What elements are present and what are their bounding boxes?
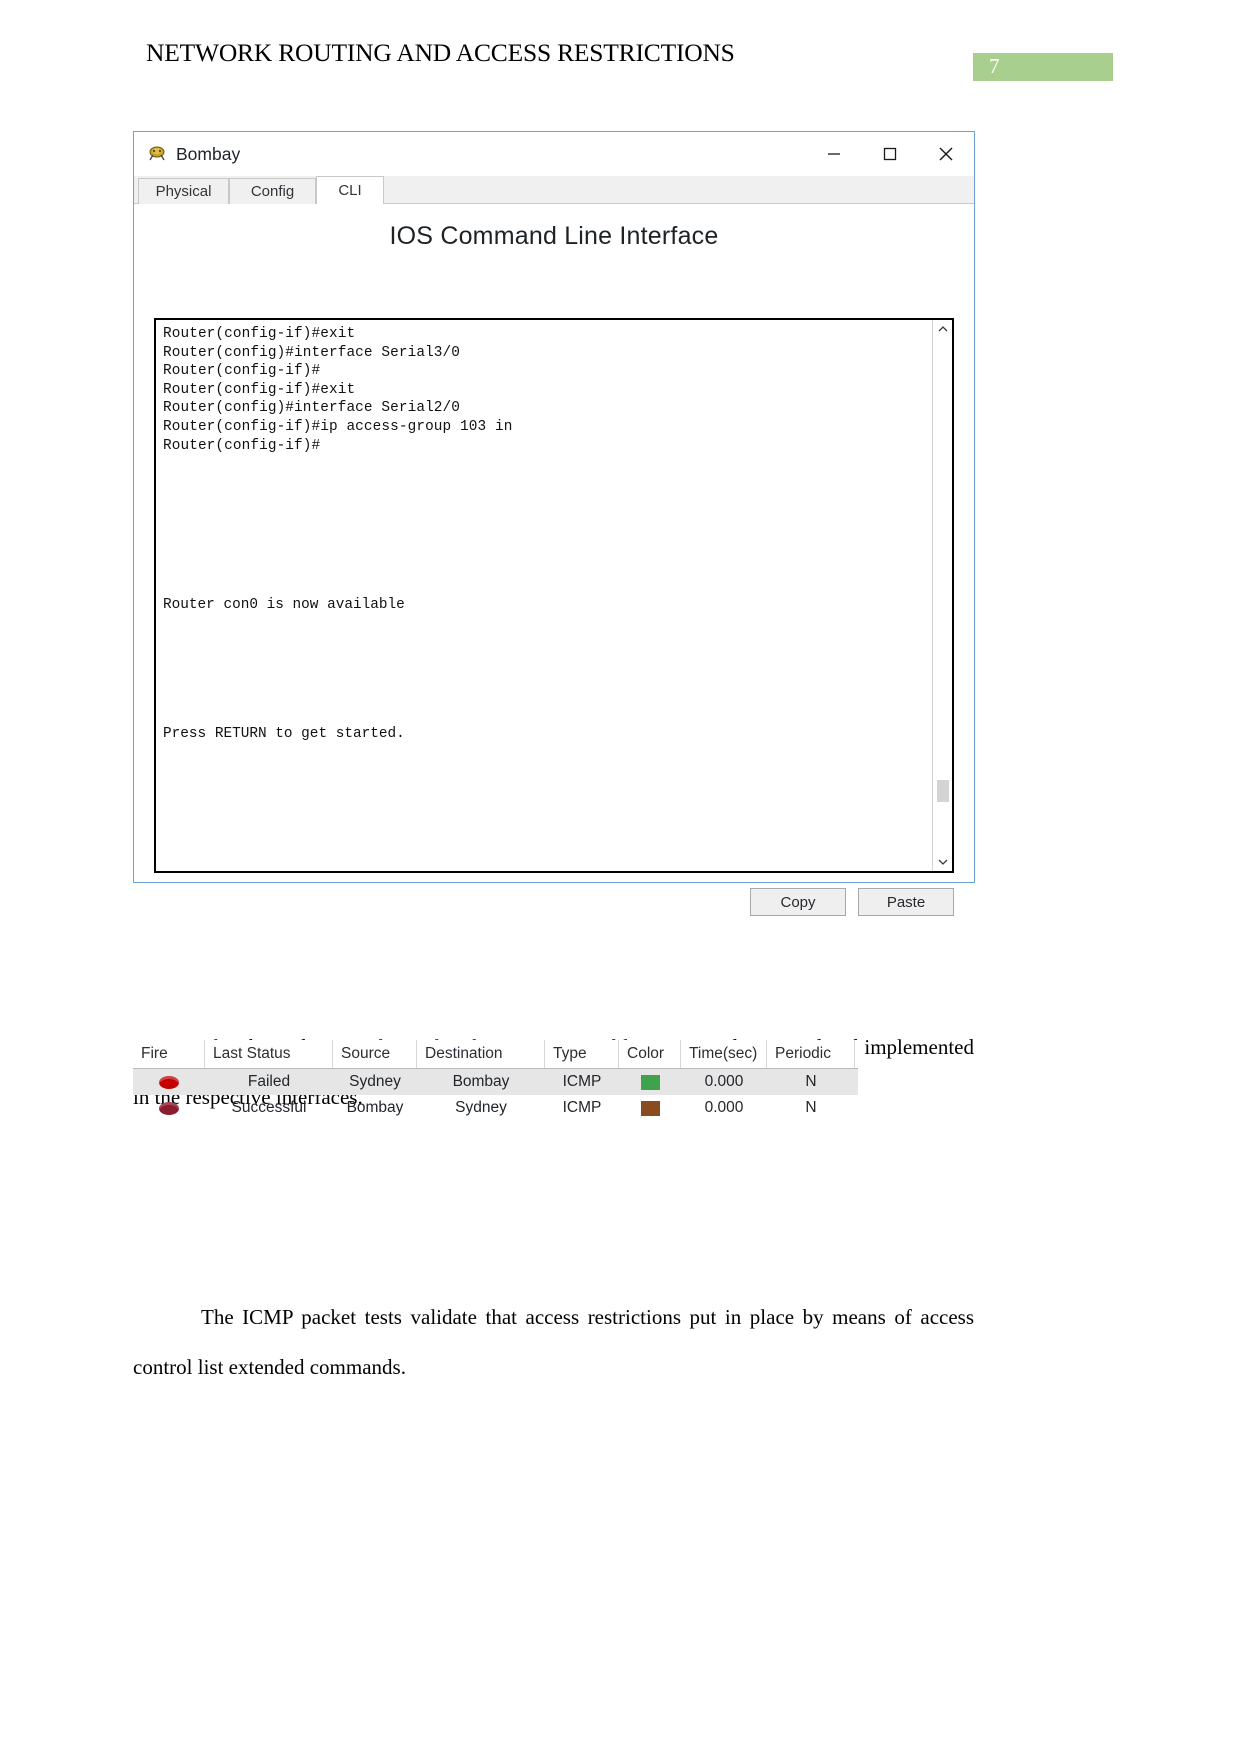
color-swatch xyxy=(640,1100,660,1116)
page-number: 7 xyxy=(989,54,1000,78)
document-header: NETWORK ROUTING AND ACCESS RESTRICTIONS … xyxy=(0,38,1241,81)
fire-cell[interactable] xyxy=(133,1095,205,1121)
fire-cell[interactable] xyxy=(133,1069,205,1095)
scroll-up-icon[interactable] xyxy=(933,320,952,338)
scroll-down-icon[interactable] xyxy=(933,853,952,871)
terminal-output-block-1: Router(config-if)#exit Router(config)#in… xyxy=(163,326,513,454)
paste-button[interactable]: Paste xyxy=(858,888,954,916)
last-status-cell: Successful xyxy=(231,1099,307,1116)
destination-cell: Bombay xyxy=(452,1073,510,1090)
type-cell: ICMP xyxy=(562,1073,602,1090)
window-title: Bombay xyxy=(176,143,241,164)
tab-config[interactable]: Config xyxy=(229,178,316,204)
column-header-destination: Destination xyxy=(417,1040,545,1068)
column-header-time: Time(sec) xyxy=(681,1040,767,1068)
destination-cell: Sydney xyxy=(455,1099,507,1116)
paragraph-icmp-validation: The ICMP packet tests validate that acce… xyxy=(133,1305,974,1379)
column-header-last-status: Last Status xyxy=(205,1040,333,1068)
cli-heading: IOS Command Line Interface xyxy=(389,222,719,250)
maximize-icon[interactable] xyxy=(862,132,918,176)
window-titlebar: Bombay xyxy=(134,132,974,176)
column-header-periodic: Periodic xyxy=(767,1040,855,1068)
table-row[interactable]: Successful Bombay Sydney ICMP 0.000 N xyxy=(133,1095,858,1121)
last-status-cell: Failed xyxy=(247,1073,291,1090)
window-controls xyxy=(806,132,974,176)
simulation-packet-table: Fire Last Status Source Destination Type… xyxy=(133,1040,858,1121)
terminal-output-block-2: Router con0 is now available xyxy=(163,597,405,613)
cli-panel: IOS Command Line Interface Router(config… xyxy=(134,204,974,916)
router-device-icon xyxy=(147,144,167,164)
source-cell: Sydney xyxy=(349,1073,401,1090)
cli-terminal[interactable]: Router(config-if)#exit Router(config)#in… xyxy=(154,318,954,873)
time-cell: 0.000 xyxy=(704,1099,744,1116)
terminal-output-block-3: Press RETURN to get started. xyxy=(163,726,405,742)
periodic-cell: N xyxy=(805,1099,817,1116)
source-cell: Bombay xyxy=(346,1099,404,1116)
column-header-color: Color xyxy=(619,1040,681,1068)
column-header-source: Source xyxy=(333,1040,417,1068)
packet-tracer-window: Bombay Physical Config CLI IOS Command L… xyxy=(133,131,975,916)
red-dot-icon[interactable] xyxy=(159,1075,179,1089)
minimize-icon[interactable] xyxy=(806,132,862,176)
tab-physical[interactable]: Physical xyxy=(138,178,229,204)
tab-strip: Physical Config CLI xyxy=(134,176,974,204)
periodic-cell: N xyxy=(805,1073,817,1090)
page-title: NETWORK ROUTING AND ACCESS RESTRICTIONS xyxy=(146,38,735,67)
tab-cli-label: CLI xyxy=(338,182,362,199)
tab-config-label: Config xyxy=(250,183,295,200)
scrollbar-thumb[interactable] xyxy=(937,780,949,802)
close-icon[interactable] xyxy=(918,132,974,176)
copy-button[interactable]: Copy xyxy=(750,888,846,916)
terminal-scrollbar[interactable] xyxy=(932,320,952,871)
column-header-type: Type xyxy=(545,1040,619,1068)
color-cell xyxy=(619,1069,681,1095)
page-number-badge: 7 xyxy=(973,53,1113,81)
table-header-row: Fire Last Status Source Destination Type… xyxy=(133,1040,858,1069)
table-row[interactable]: Failed Sydney Bombay ICMP 0.000 N xyxy=(133,1069,858,1095)
color-swatch xyxy=(640,1074,660,1090)
time-cell: 0.000 xyxy=(704,1073,744,1090)
column-header-fire: Fire xyxy=(133,1040,205,1068)
dark-red-dot-icon[interactable] xyxy=(159,1101,179,1115)
color-cell xyxy=(619,1095,681,1121)
type-cell: ICMP xyxy=(562,1099,602,1116)
cli-button-row: Copy Paste xyxy=(750,888,954,916)
tab-physical-label: Physical xyxy=(155,183,212,200)
tab-cli[interactable]: CLI xyxy=(316,176,384,204)
